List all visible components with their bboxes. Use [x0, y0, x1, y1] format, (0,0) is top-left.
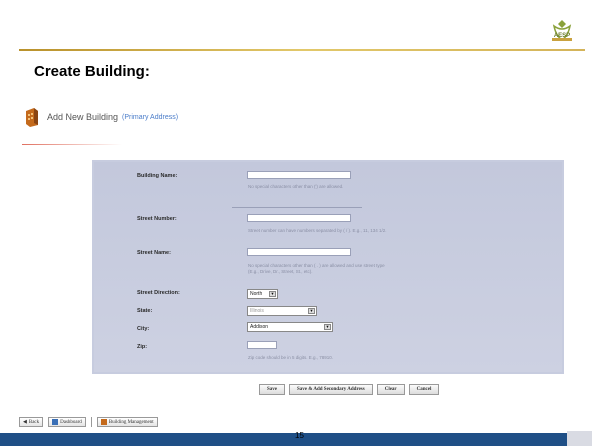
building-name-input[interactable]	[247, 171, 351, 179]
chevron-down-icon[interactable]: ▼	[269, 291, 276, 297]
slide: AESP Create Building: Add New Building (…	[0, 0, 592, 446]
zip-label: Zip:	[137, 344, 148, 350]
logo-icon	[552, 20, 572, 41]
street-number-label: Street Number:	[137, 216, 177, 222]
dashboard-label: Dashboard	[60, 419, 82, 425]
back-arrow-icon: ◀	[23, 420, 27, 425]
building-icon	[100, 419, 107, 425]
building-name-help: No special characters other than (') are…	[248, 184, 344, 189]
dashboard-button[interactable]: Dashboard	[48, 417, 86, 427]
zip-input[interactable]	[247, 341, 277, 349]
clear-button[interactable]: Clear	[376, 384, 405, 395]
back-button[interactable]: ◀ Back	[19, 417, 44, 427]
zip-help: Zip code should be in 5 digits. E.g., 78…	[248, 355, 334, 360]
street-name-help-1: No special characters other than ( . ) a…	[248, 263, 385, 268]
chevron-down-icon[interactable]: ▼	[308, 308, 315, 314]
save-add-secondary-button[interactable]: Save & Add Secondary Address	[289, 384, 373, 395]
slide-title: Create Building:	[34, 63, 150, 80]
header-rule	[19, 49, 585, 51]
building-icon	[26, 108, 38, 127]
section-title: Add New Building	[47, 112, 119, 122]
street-name-input[interactable]	[247, 248, 351, 256]
building-management-label: Building Management	[108, 419, 154, 425]
nav-separator	[90, 417, 92, 427]
footer-gap	[0, 429, 567, 433]
street-name-help-2: (E.g., Drive, Dr., Street, St., etc).	[248, 269, 313, 274]
street-direction-value: North	[250, 291, 263, 297]
building-name-label: Building Name:	[137, 173, 178, 179]
page-number: 15	[295, 431, 304, 440]
state-select[interactable]: Illinois ▼	[247, 306, 317, 316]
section-header: Add New Building (Primary Address)	[24, 107, 178, 127]
section-rule	[22, 144, 122, 145]
street-direction-select[interactable]: North ▼	[247, 289, 278, 299]
state-label: State:	[137, 308, 153, 314]
form-divider	[232, 207, 362, 208]
city-select[interactable]: Addison ▼	[247, 322, 333, 332]
street-number-input[interactable]	[247, 214, 351, 222]
aesp-logo	[548, 18, 576, 44]
footer-corner	[567, 431, 592, 446]
building-management-button[interactable]: Building Management	[96, 417, 158, 427]
back-label: Back	[28, 419, 40, 425]
form-buttons: Save Save & Add Secondary Address Clear …	[259, 384, 440, 395]
street-number-help: Street number can have numbers separated…	[248, 228, 387, 233]
city-value: Addison	[250, 324, 269, 330]
logo-text: AESP	[553, 33, 571, 39]
street-name-label: Street Name:	[137, 250, 171, 256]
street-direction-label: Street Direction:	[137, 290, 180, 296]
save-button[interactable]: Save	[259, 384, 285, 395]
section-subtitle: (Primary Address)	[122, 113, 179, 121]
city-label: City:	[137, 326, 150, 332]
state-value: Illinois	[250, 308, 264, 314]
chevron-down-icon[interactable]: ▼	[324, 324, 331, 330]
cancel-button[interactable]: Cancel	[408, 384, 440, 395]
dashboard-icon	[52, 419, 59, 425]
bottom-nav: ◀ Back Dashboard Building Management	[19, 417, 158, 427]
